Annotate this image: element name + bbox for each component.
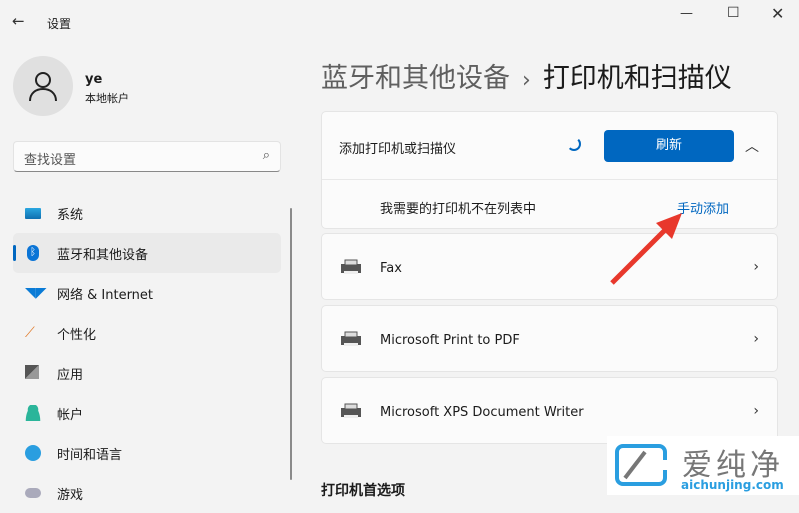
divider: [322, 179, 777, 180]
sidebar-item-label: 应用: [57, 367, 84, 383]
sidebar-item-label: 网络 & Internet: [57, 287, 154, 303]
sidebar-item-system[interactable]: 系统: [13, 193, 281, 233]
breadcrumb-separator: ›: [522, 68, 531, 93]
printer-item[interactable]: Microsoft Print to PDF ›: [321, 305, 778, 372]
loading-spinner-icon: [567, 137, 581, 151]
watermark-logo-icon: [615, 444, 667, 486]
chevron-right-icon: ›: [753, 259, 759, 275]
sidebar-item-time-language[interactable]: 时间和语言: [13, 433, 281, 473]
minimize-button[interactable]: —: [680, 6, 693, 21]
printer-icon: [341, 403, 361, 418]
sidebar-item-apps[interactable]: 应用: [13, 353, 281, 393]
game-icon: [25, 488, 41, 498]
printer-not-listed-label: 我需要的打印机不在列表中: [380, 202, 537, 217]
printer-icon: [341, 331, 361, 346]
printer-name: Microsoft XPS Document Writer: [380, 405, 584, 420]
annotation-arrow-icon: [610, 213, 682, 285]
fax-icon: [341, 259, 361, 274]
back-arrow-icon[interactable]: ←: [12, 12, 25, 30]
sidebar-item-accounts[interactable]: 帐户: [13, 393, 281, 433]
sidebar-item-label: 时间和语言: [57, 447, 123, 463]
sidebar-item-bluetooth[interactable]: ᛒ 蓝牙和其他设备: [13, 233, 281, 273]
printer-name: Fax: [380, 261, 402, 276]
sidebar-item-personalization[interactable]: ⟋ 个性化: [13, 313, 281, 353]
add-printer-card: 添加打印机或扫描仪 刷新 ︿ 我需要的打印机不在列表中 手动添加: [321, 111, 778, 229]
sidebar-item-label: 游戏: [57, 487, 84, 503]
search-icon: ⌕: [262, 148, 270, 163]
chevron-right-icon: ›: [753, 403, 759, 419]
title-bar: ← 设置 — ☐ ✕: [0, 0, 799, 44]
bluetooth-icon: ᛒ: [27, 245, 39, 261]
sidebar-item-network[interactable]: ◥◤ 网络 & Internet: [13, 273, 281, 313]
search-input[interactable]: 查找设置 ⌕: [13, 141, 281, 172]
account-type: 本地帐户: [85, 92, 129, 105]
chevron-up-icon[interactable]: ︿: [745, 136, 759, 156]
breadcrumb-parent[interactable]: 蓝牙和其他设备: [321, 63, 510, 94]
wifi-icon: ◥◤: [25, 285, 47, 301]
time-language-icon: [25, 445, 41, 461]
account-icon: [25, 405, 41, 421]
system-icon: [25, 208, 41, 219]
user-icon: [29, 72, 57, 102]
printer-name: Microsoft Print to PDF: [380, 333, 520, 348]
sidebar-scrollbar[interactable]: [290, 208, 292, 480]
printer-item[interactable]: Fax ›: [321, 233, 778, 300]
sidebar-item-label: 个性化: [57, 327, 97, 343]
brush-icon: ⟋: [25, 325, 35, 341]
refresh-button[interactable]: 刷新: [604, 130, 734, 162]
user-name: ye: [85, 72, 103, 87]
sidebar-item-gaming[interactable]: 游戏: [13, 473, 281, 513]
app-title: 设置: [47, 17, 72, 31]
sidebar-nav: 系统 ᛒ 蓝牙和其他设备 ◥◤ 网络 & Internet ⟋ 个性化 应用 帐户 时…: [13, 193, 281, 513]
close-button[interactable]: ✕: [771, 4, 784, 23]
sidebar-item-label: 帐户: [57, 407, 84, 423]
maximize-button[interactable]: ☐: [727, 5, 740, 21]
search-placeholder: 查找设置: [24, 153, 77, 168]
chevron-right-icon: ›: [753, 331, 759, 347]
sidebar-item-label: 系统: [57, 207, 84, 223]
apps-icon: [25, 365, 39, 379]
add-printer-label: 添加打印机或扫描仪: [339, 142, 457, 157]
printer-item[interactable]: Microsoft XPS Document Writer ›: [321, 377, 778, 444]
page-title: 打印机和扫描仪: [542, 63, 732, 94]
breadcrumb: 蓝牙和其他设备 › 打印机和扫描仪: [321, 56, 732, 95]
watermark: 爱纯净 aichunjing.com: [607, 436, 799, 495]
watermark-url: aichunjing.com: [681, 478, 784, 492]
avatar[interactable]: [13, 56, 73, 116]
section-title: 打印机首选项: [321, 483, 405, 499]
sidebar-item-label: 蓝牙和其他设备: [57, 247, 149, 263]
